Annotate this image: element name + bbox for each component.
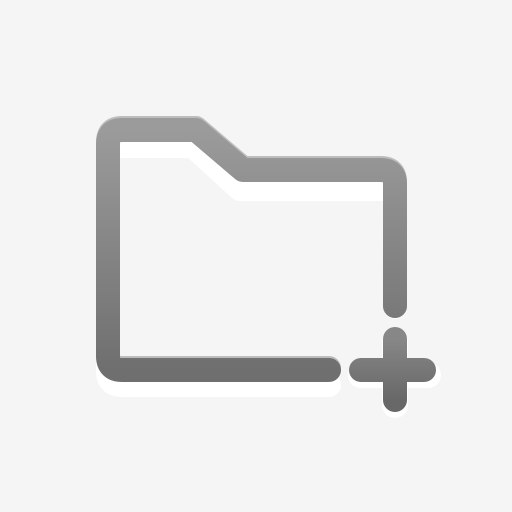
new-folder-icon [96,116,441,418]
new-folder-button[interactable] [0,0,512,512]
icon-canvas [0,0,512,512]
plus-icon [349,327,436,412]
folder-outline [96,118,407,382]
